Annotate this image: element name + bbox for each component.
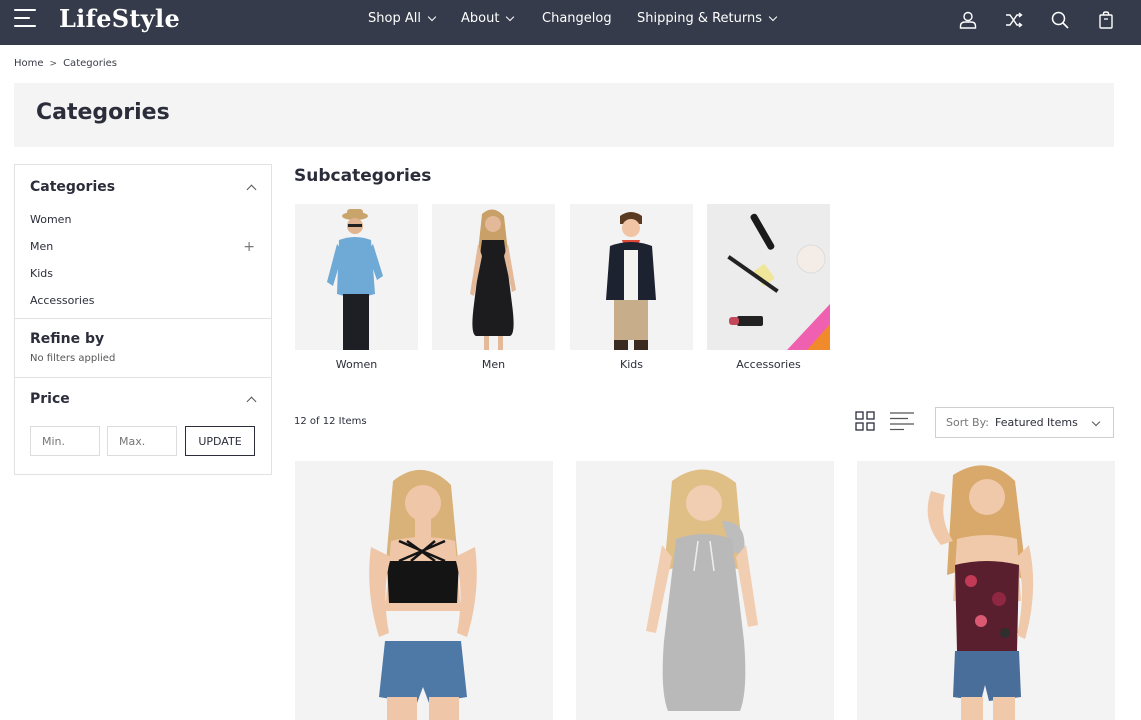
chevron-down-icon	[427, 12, 437, 21]
subcategory-men[interactable]: Men	[432, 204, 555, 371]
breadcrumb-current: Categories	[63, 58, 117, 69]
nav-label: Changelog	[542, 11, 612, 26]
nav-label: Shop All	[368, 11, 421, 26]
chevron-up-icon[interactable]	[246, 184, 257, 195]
nav-about[interactable]: About	[461, 11, 515, 26]
product-card-grey-hoodie-dress[interactable]	[576, 461, 834, 720]
site-logo[interactable]: LifeStyle	[59, 4, 180, 33]
chevron-down-icon	[1091, 417, 1101, 427]
subcategory-label: Women	[335, 358, 378, 371]
grid-view-icon[interactable]	[855, 411, 875, 431]
sidebar-item-men[interactable]: Men	[30, 240, 53, 253]
product-image	[646, 469, 758, 711]
product-image	[369, 469, 477, 720]
item-count: 12 of 12 Items	[294, 416, 367, 427]
page-title-band: Categories	[14, 83, 1114, 147]
sort-dropdown[interactable]: Sort By: Featured Items	[935, 407, 1114, 438]
breadcrumb-home[interactable]: Home	[14, 58, 44, 69]
sidebar-item-women[interactable]: Women	[30, 213, 71, 226]
chevron-up-icon[interactable]	[246, 396, 257, 407]
user-icon[interactable]	[958, 10, 978, 30]
chevron-down-icon	[768, 12, 778, 21]
subcategory-label: Men	[481, 358, 506, 371]
categories-title: Categories	[30, 179, 116, 195]
refine-status: No filters applied	[30, 353, 116, 364]
sidebar-item-accessories[interactable]: Accessories	[30, 294, 94, 307]
price-title: Price	[30, 391, 70, 407]
breadcrumb-separator: >	[49, 58, 58, 69]
subcategory-image	[432, 204, 555, 350]
breadcrumb: Home > Categories	[14, 58, 117, 69]
subcategory-kids[interactable]: Kids	[570, 204, 693, 371]
product-card-black-crop-top[interactable]	[295, 461, 553, 720]
subcategory-label: Kids	[620, 358, 643, 371]
refine-section: Refine by No filters applied	[15, 319, 271, 378]
subcategory-image	[295, 204, 418, 350]
subcategory-women[interactable]: Women	[295, 204, 418, 371]
price-max-input[interactable]	[107, 426, 177, 456]
sort-label: Sort By:	[946, 416, 990, 429]
subcategory-image	[570, 204, 693, 350]
refine-title: Refine by	[30, 331, 105, 347]
update-button[interactable]: UPDATE	[185, 426, 255, 456]
subcategory-image	[707, 204, 830, 350]
sort-value: Featured Items	[995, 416, 1078, 429]
shuffle-icon[interactable]	[1004, 10, 1024, 30]
product-image	[927, 465, 1034, 720]
chevron-down-icon	[506, 12, 515, 21]
expand-plus-icon[interactable]: +	[243, 239, 255, 255]
product-card-floral-lace-bodysuit[interactable]	[857, 461, 1115, 720]
subcategory-label: Accessories	[736, 358, 801, 371]
nav-shipping-returns[interactable]: Shipping & Returns	[637, 11, 778, 26]
nav-shop-all[interactable]: Shop All	[368, 11, 437, 26]
price-min-input[interactable]	[30, 426, 100, 456]
shopping-bag-icon[interactable]	[1096, 10, 1116, 30]
nav-label: About	[461, 11, 500, 26]
nav-label: Shipping & Returns	[637, 11, 763, 26]
page-title: Categories	[36, 100, 170, 125]
subcategory-accessories[interactable]: Accessories	[707, 204, 830, 371]
list-view-icon[interactable]	[890, 411, 914, 431]
top-header: LifeStyle Shop All About Changelog Shipp…	[0, 0, 1141, 45]
categories-section: Categories Women Men + Kids Accessories	[15, 165, 271, 319]
nav-changelog[interactable]: Changelog	[542, 11, 612, 26]
subcategories-heading: Subcategories	[294, 166, 432, 186]
hamburger-menu-icon[interactable]	[14, 9, 36, 31]
sidebar-item-kids[interactable]: Kids	[30, 267, 53, 280]
filter-sidebar: Categories Women Men + Kids Accessories …	[14, 164, 272, 475]
search-icon[interactable]	[1050, 10, 1070, 30]
